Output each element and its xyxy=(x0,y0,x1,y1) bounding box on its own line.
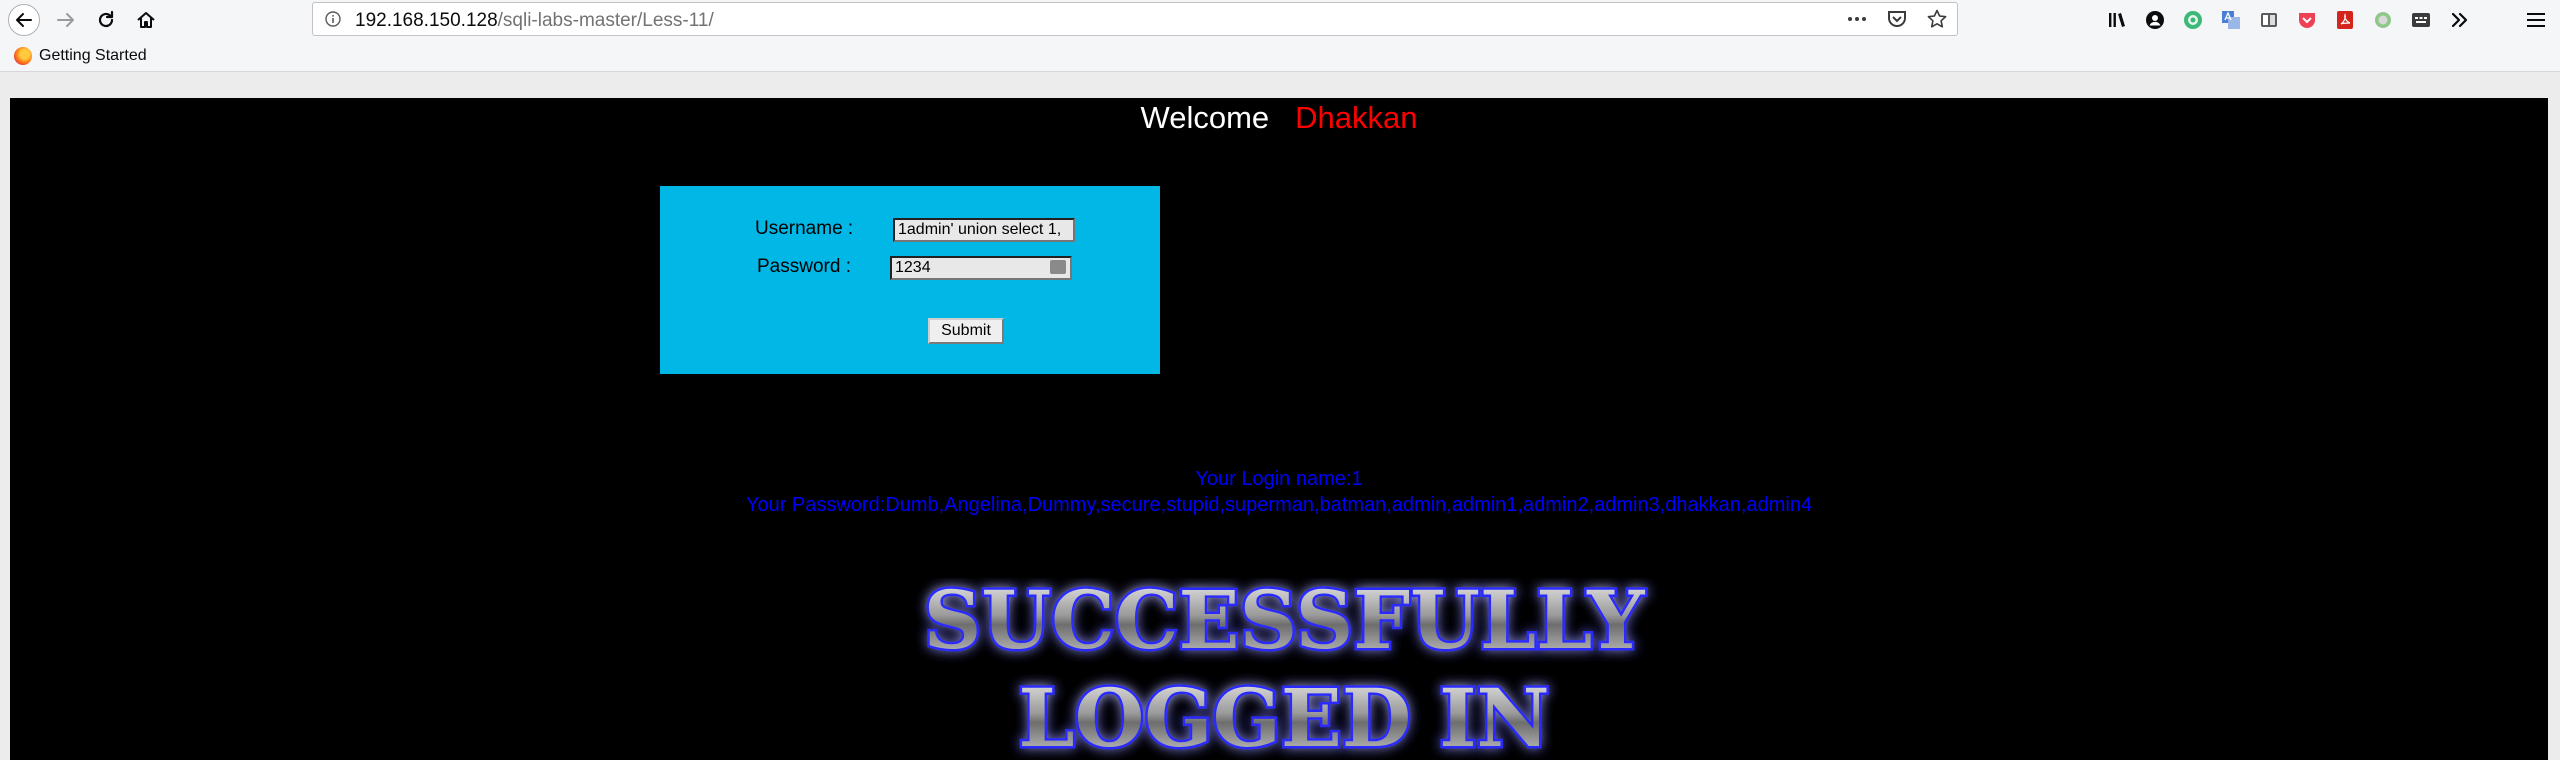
username-input[interactable]: 1admin' union select 1, xyxy=(893,218,1075,242)
back-button[interactable] xyxy=(6,0,42,40)
double-chevron-right-icon xyxy=(2451,12,2468,28)
save-to-pocket-button[interactable] xyxy=(2296,9,2318,31)
browser-toolbar: 192.168.150.128/sqli-labs-master/Less-11… xyxy=(0,0,2560,40)
more-horizontal-icon xyxy=(1848,17,1866,21)
reload-icon xyxy=(98,10,114,28)
arrow-left-icon xyxy=(16,13,32,27)
success-banner-line2: LOGGED IN xyxy=(1018,671,1549,760)
arrow-right-icon xyxy=(57,13,74,27)
star-icon xyxy=(1927,9,1947,28)
url-path: /sqli-labs-master/Less-11/ xyxy=(497,10,714,31)
page-viewport: Welcome Dhakkan Username : 1admin' union … xyxy=(0,72,2560,760)
url-actions xyxy=(1845,7,1949,31)
welcome-text: Welcome xyxy=(1140,100,1270,135)
pdf-button[interactable] xyxy=(2334,9,2356,31)
pdf-icon xyxy=(2337,11,2353,29)
bookmarks-toolbar: Getting Started xyxy=(0,40,2560,72)
toolbar-icons xyxy=(2106,0,2470,40)
devtools-button[interactable] xyxy=(2410,9,2432,31)
login-form: Username : 1admin' union select 1, Passw… xyxy=(660,186,1160,374)
page-actions-button[interactable] xyxy=(1845,7,1869,31)
submit-button[interactable]: Submit xyxy=(928,318,1004,344)
extension-green-button[interactable] xyxy=(2182,9,2204,31)
main-menu-button[interactable] xyxy=(2524,8,2548,32)
firefox-icon xyxy=(14,47,32,65)
translate-button[interactable] xyxy=(2220,9,2242,31)
url-host: 192.168.150.128 xyxy=(355,10,498,31)
pocket-icon xyxy=(1888,11,1906,27)
success-banner: SUCCESSFULLY LOGGED IN xyxy=(921,578,1648,760)
translate-icon xyxy=(2222,11,2240,29)
pocket-button[interactable] xyxy=(1885,7,1909,31)
home-icon xyxy=(137,12,155,28)
password-label: Password : xyxy=(757,256,851,277)
account-button[interactable] xyxy=(2144,9,2166,31)
hamburger-menu-icon xyxy=(2527,13,2545,27)
password-value: 1234 xyxy=(895,259,931,276)
library-button[interactable] xyxy=(2106,9,2128,31)
password-manager-icon[interactable] xyxy=(1050,260,1066,274)
reader-icon xyxy=(2261,13,2277,27)
login-name-text: Your Login name:1 xyxy=(1195,468,1363,490)
password-result-text: Your Password:Dumb,Angelina,Dummy,secure… xyxy=(745,494,1813,516)
bookmark-getting-started[interactable]: Getting Started xyxy=(14,46,147,66)
library-icon xyxy=(2109,13,2125,27)
account-icon xyxy=(2146,11,2164,29)
page-body: Welcome Dhakkan Username : 1admin' union … xyxy=(10,98,2548,760)
bookmark-star-button[interactable] xyxy=(1925,7,1949,31)
home-button[interactable] xyxy=(128,0,164,40)
username-label: Username : xyxy=(755,218,854,239)
username-value: 1admin' union select 1, xyxy=(898,221,1062,238)
red-shield-icon xyxy=(2299,13,2315,28)
bookmark-label: Getting Started xyxy=(39,47,147,64)
extension-green-icon xyxy=(2184,11,2202,29)
welcome-name: Dhakkan xyxy=(1295,100,1418,135)
password-input[interactable]: 1234 xyxy=(890,256,1072,280)
extension-circle-button[interactable] xyxy=(2372,9,2394,31)
welcome-heading: Welcome Dhakkan xyxy=(10,98,2548,138)
info-icon[interactable] xyxy=(325,11,341,27)
login-result: Your Login name:1 Your Password:Dumb,Ang… xyxy=(10,466,2548,518)
overflow-menu-button[interactable] xyxy=(2448,9,2470,31)
url-bar[interactable]: 192.168.150.128/sqli-labs-master/Less-11… xyxy=(312,2,1958,36)
circle-extension-icon xyxy=(2375,12,2391,28)
reload-button[interactable] xyxy=(88,0,124,40)
reader-button[interactable] xyxy=(2258,9,2280,31)
forward-button[interactable] xyxy=(48,0,84,40)
keyboard-icon xyxy=(2412,13,2430,27)
url-text[interactable]: 192.168.150.128/sqli-labs-master/Less-11… xyxy=(355,10,714,32)
success-banner-line1: SUCCESSFULLY xyxy=(924,578,1646,667)
